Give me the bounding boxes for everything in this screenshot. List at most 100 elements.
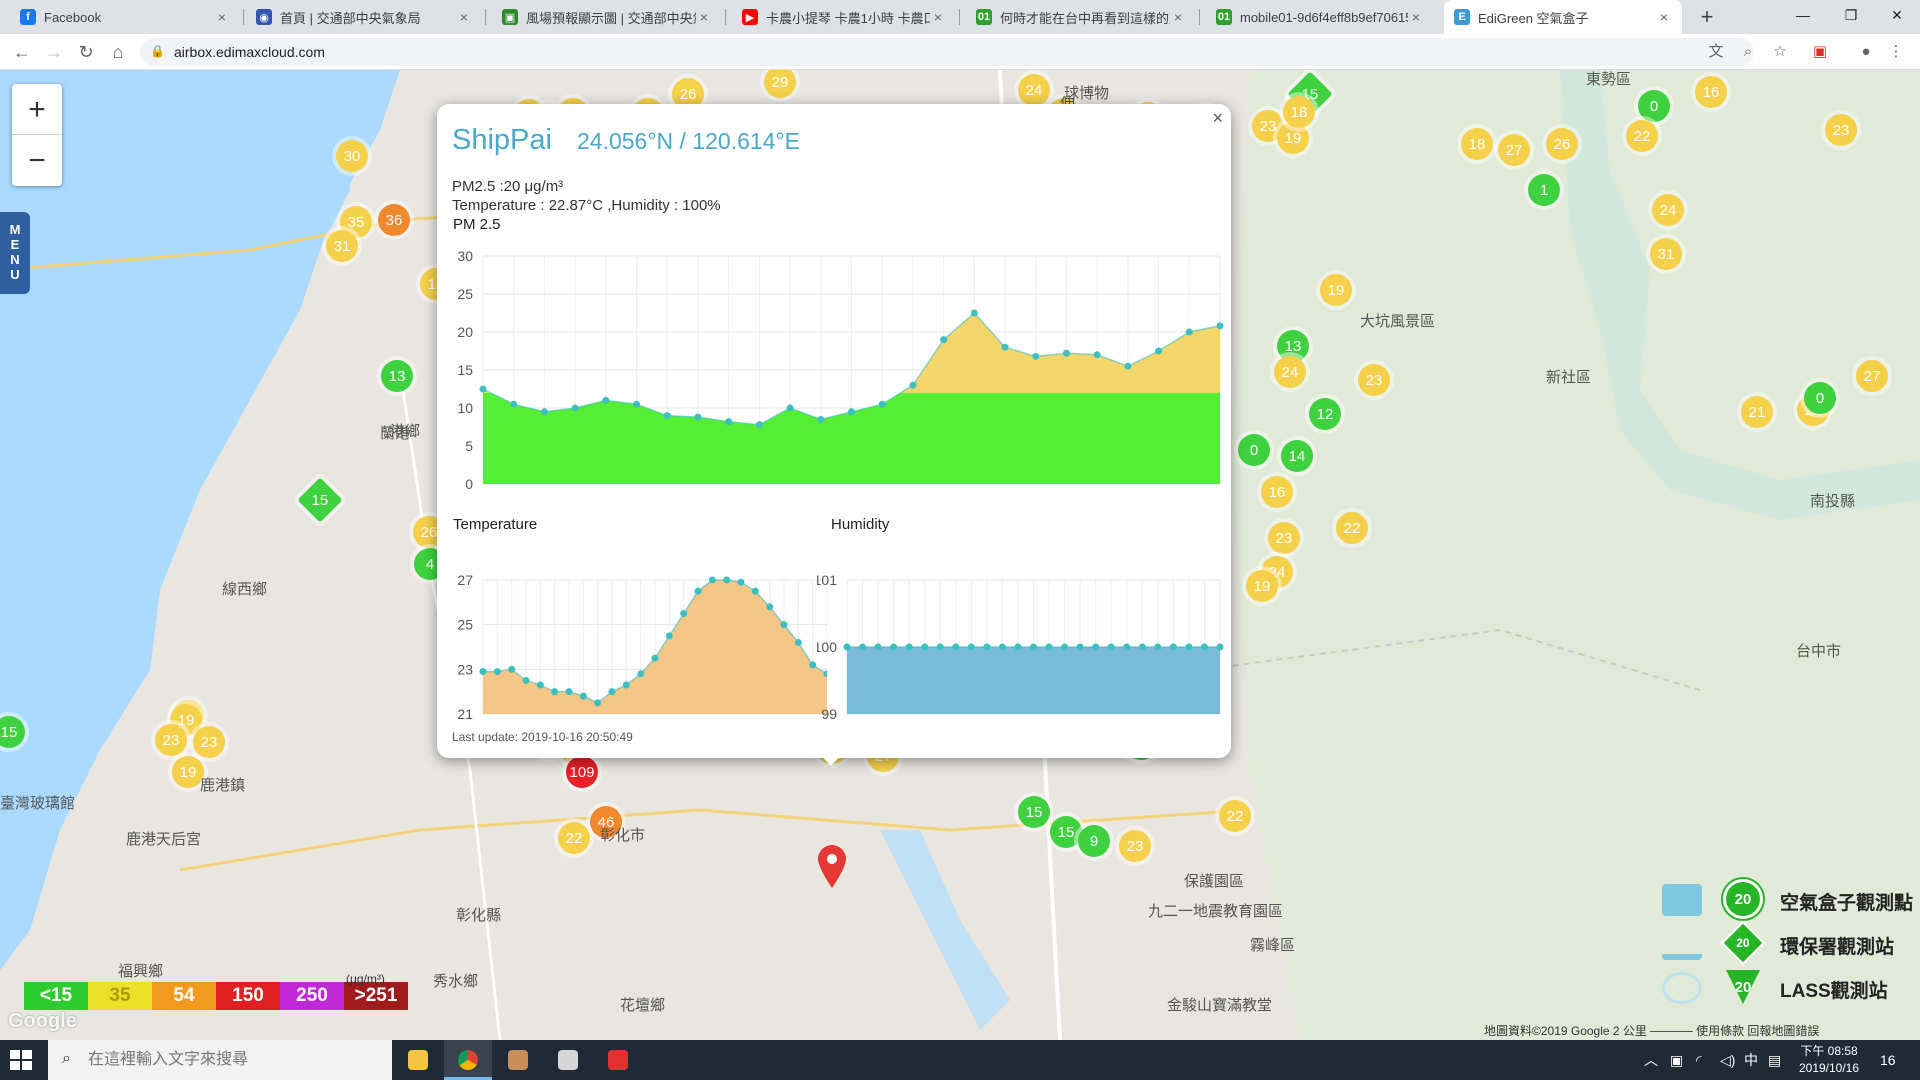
tab-close-icon[interactable]: × — [456, 9, 472, 25]
tab-close-icon[interactable]: × — [1408, 9, 1424, 25]
airbox-marker[interactable]: 36 — [378, 204, 410, 236]
zoom-out-button[interactable]: − — [12, 135, 62, 186]
tab-close-icon[interactable]: × — [696, 9, 712, 25]
airbox-marker[interactable]: 18 — [1283, 96, 1315, 128]
browser-tab[interactable]: 01 mobile01-9d6f4eff8b9ef70615 × — [1206, 0, 1434, 34]
tab-close-icon[interactable]: × — [1170, 9, 1186, 25]
popup-close-button[interactable]: × — [1212, 108, 1223, 129]
airbox-marker[interactable]: 18 — [1461, 128, 1493, 160]
airbox-marker[interactable]: 9 — [1078, 825, 1110, 857]
airbox-marker[interactable]: 23 — [155, 724, 187, 756]
file-explorer-app[interactable] — [394, 1040, 442, 1080]
location-pin-icon[interactable] — [816, 844, 848, 890]
airbox-marker[interactable]: 12 — [1309, 398, 1341, 430]
y-tick-label: 101 — [817, 572, 837, 588]
tab-close-icon[interactable]: × — [930, 9, 946, 25]
airbox-marker[interactable]: 22 — [558, 822, 590, 854]
airbox-marker[interactable]: 0 — [1638, 90, 1670, 122]
airbox-marker[interactable]: 16 — [1261, 476, 1293, 508]
airbox-marker[interactable]: 26 — [1546, 128, 1578, 160]
browser-tab[interactable]: f Facebook × — [10, 0, 240, 34]
app-5[interactable] — [594, 1040, 642, 1080]
airbox-marker[interactable]: 23 — [1825, 114, 1857, 146]
translate-icon[interactable]: 文 — [1706, 42, 1726, 62]
data-point — [565, 688, 573, 696]
airbox-marker[interactable]: 31 — [326, 230, 358, 262]
browser-tab[interactable]: E EdiGreen 空氣盒子 × — [1444, 0, 1682, 34]
zoom-icon[interactable]: ⌕ — [1738, 42, 1758, 62]
taskbar-search-input[interactable] — [88, 1040, 388, 1080]
address-bar[interactable]: 🔒 — [140, 38, 1754, 66]
airbox-marker[interactable]: 0 — [1238, 434, 1270, 466]
home-icon[interactable]: ⌂ — [104, 38, 132, 66]
station-legend-marker: 20 — [1726, 882, 1760, 916]
marker-value: 24 — [1281, 363, 1299, 381]
menu-button[interactable]: MENU — [0, 212, 30, 294]
window-close-button[interactable]: ✕ — [1874, 0, 1920, 30]
x-tick-label: 04 — [721, 491, 737, 494]
extension-icon[interactable]: ▣ — [1810, 42, 1830, 62]
airbox-marker[interactable]: 22 — [1626, 120, 1658, 152]
notification-icon[interactable]: 16 — [1880, 1040, 1896, 1080]
airbox-marker[interactable]: 27 — [1498, 134, 1530, 166]
airbox-marker[interactable]: 109 — [566, 756, 598, 788]
reload-icon[interactable]: ↻ — [72, 38, 100, 66]
airbox-marker[interactable]: 23 — [1358, 364, 1390, 396]
windows-start-icon[interactable] — [10, 1050, 32, 1070]
bookmark-star-icon[interactable]: ☆ — [1770, 42, 1790, 62]
airbox-marker[interactable]: 24 — [1652, 194, 1684, 226]
tray-up-arrow-icon[interactable]: ︿ — [1644, 1040, 1658, 1080]
tray-ime[interactable]: 中 — [1744, 1040, 1758, 1080]
taskbar-search[interactable]: ⌕ — [48, 1040, 392, 1080]
browser-tab[interactable]: 01 何時才能在台中再看到這樣的藍 × — [966, 0, 1196, 34]
airbox-marker[interactable]: 24 — [1274, 356, 1306, 388]
station-legend-value: 20 — [1734, 890, 1752, 908]
browser-tab[interactable]: ▣ 風場預報顯示圖 | 交通部中央氣象× — [492, 0, 722, 34]
profile-icon[interactable]: ● — [1856, 42, 1876, 62]
airbox-marker[interactable]: 30 — [336, 140, 368, 172]
tab-close-icon[interactable]: × — [1656, 9, 1672, 25]
marker-value: 15 — [311, 491, 329, 509]
app-4[interactable] — [544, 1040, 592, 1080]
browser-tab[interactable]: ◉ 首頁 | 交通部中央氣象局 × — [246, 0, 482, 34]
aqi-legend-cell: <15 — [24, 982, 88, 1010]
airbox-marker[interactable]: 19 — [1320, 274, 1352, 306]
map-place-label: 臺灣玻璃館 — [0, 795, 76, 812]
new-tab-button[interactable]: + — [1694, 4, 1720, 30]
airbox-marker[interactable]: 19 — [1246, 570, 1278, 602]
forward-icon[interactable]: → — [40, 38, 68, 66]
airbox-marker[interactable]: 31 — [1650, 238, 1682, 270]
tray-network-icon[interactable]: ▣ — [1670, 1040, 1683, 1080]
back-icon[interactable]: ← — [8, 38, 36, 66]
tray-wifi-icon[interactable]: ◜ — [1696, 1040, 1701, 1080]
tray-volume-icon[interactable]: ◁) — [1720, 1040, 1735, 1080]
tab-close-icon[interactable]: × — [214, 9, 230, 25]
tray-keyboard-icon[interactable]: ▤ — [1768, 1040, 1781, 1080]
airbox-marker[interactable]: 22 — [1219, 800, 1251, 832]
browser-tab[interactable]: ▶ 卡農小提琴 卡農1小時 卡農口 × — [732, 0, 956, 34]
chrome-app[interactable] — [444, 1040, 492, 1080]
minimize-button[interactable]: — — [1780, 0, 1826, 30]
maximize-button[interactable]: ❐ — [1828, 0, 1874, 30]
data-point — [1045, 643, 1053, 651]
zoom-in-button[interactable]: + — [12, 84, 62, 135]
aqi-legend-cell: >251 — [344, 982, 408, 1010]
clock[interactable]: 下午 08:58 2019/10/16 — [1792, 1043, 1866, 1077]
airbox-marker[interactable]: 13 — [381, 360, 413, 392]
airbox-marker[interactable]: 14 — [1281, 440, 1313, 472]
airbox-marker[interactable]: 21 — [1741, 396, 1773, 428]
airbox-marker[interactable]: 0 — [1804, 382, 1836, 414]
airbox-marker[interactable]: 22 — [1336, 512, 1368, 544]
airbox-marker[interactable]: 23 — [193, 726, 225, 758]
app-3[interactable] — [494, 1040, 542, 1080]
airbox-marker[interactable]: 1 — [1528, 174, 1560, 206]
airbox-marker[interactable]: 23 — [1268, 522, 1300, 554]
airbox-marker[interactable]: 27 — [1856, 360, 1888, 392]
airbox-marker[interactable]: 24 — [1018, 74, 1050, 106]
airbox-marker[interactable]: 23 — [1119, 830, 1151, 862]
url-input[interactable] — [174, 38, 1574, 66]
menu-kebab-icon[interactable]: ⋮ — [1886, 42, 1906, 62]
airbox-marker[interactable]: 15 — [1018, 796, 1050, 828]
airbox-marker[interactable]: 16 — [1695, 76, 1727, 108]
app-icon — [558, 1050, 578, 1070]
